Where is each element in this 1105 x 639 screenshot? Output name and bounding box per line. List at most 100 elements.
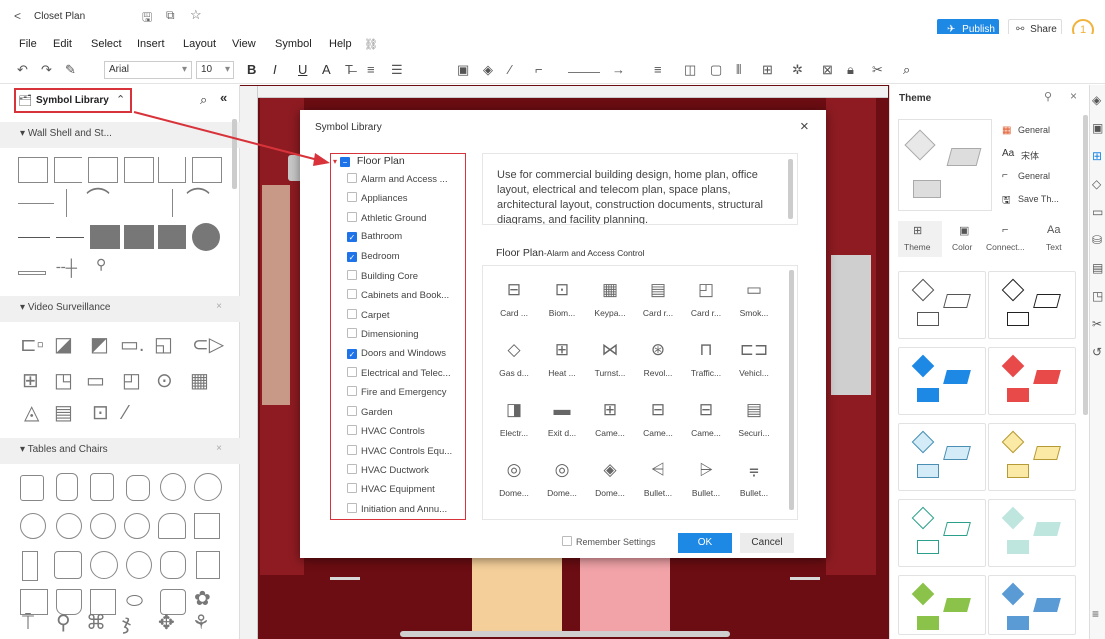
close-icon[interactable]: × xyxy=(216,301,222,312)
back-icon[interactable]: < xyxy=(14,9,21,23)
menu-insert[interactable]: Insert xyxy=(137,38,165,50)
symbol-item[interactable]: ⊟ Came... xyxy=(683,392,729,448)
cross-shape[interactable]: ╌┼ xyxy=(56,261,77,277)
symbol-library-toggle[interactable]: 🗂︎ Symbol Library ⌃ xyxy=(14,88,132,113)
tree-item[interactable]: HVAC Controls xyxy=(347,425,425,444)
chair-shape[interactable] xyxy=(56,513,82,539)
flower-table-shape[interactable]: ✿ xyxy=(194,589,211,609)
desk-shape[interactable]: ⚲ xyxy=(56,613,71,633)
door-arc-shape[interactable]: ⌒ xyxy=(86,189,110,213)
arrow-style-icon[interactable]: → xyxy=(612,62,625,77)
table-shape[interactable] xyxy=(126,551,152,579)
line-weight-icon[interactable]: ≡ xyxy=(654,62,662,77)
switch-shape[interactable]: ⊡ xyxy=(92,403,109,423)
door-arc-shape[interactable]: ⌒ xyxy=(186,189,210,213)
fill-icon[interactable]: ◈ xyxy=(483,62,493,78)
wall-shape[interactable] xyxy=(54,157,82,183)
theme-card[interactable] xyxy=(898,271,986,339)
description-scrollbar[interactable] xyxy=(788,159,793,219)
menu-symbol[interactable]: Symbol xyxy=(275,38,312,50)
menu-select[interactable]: Select xyxy=(91,38,122,50)
group-icon[interactable]: ▢ xyxy=(710,62,722,78)
wall-shape[interactable] xyxy=(88,157,118,183)
symbol-item[interactable]: ⊡ Biom... xyxy=(539,272,585,328)
theme-card[interactable] xyxy=(898,423,986,491)
format-painter-icon[interactable]: ✎ xyxy=(65,62,76,78)
wall-shape[interactable] xyxy=(18,157,48,183)
wall-line-shape[interactable] xyxy=(18,237,50,238)
tools-icon[interactable]: ✂ xyxy=(872,62,883,78)
symbol-item[interactable]: ⩤ Bullet... xyxy=(635,452,681,508)
checkbox-icon[interactable] xyxy=(347,444,357,455)
save-icon[interactable]: 🖫 xyxy=(142,8,152,29)
symbol-item[interactable]: ⊞ Came... xyxy=(587,392,633,448)
wall-line-shape[interactable] xyxy=(172,189,173,217)
theme-card[interactable] xyxy=(988,499,1076,567)
display-shape[interactable]: ▤ xyxy=(54,403,73,423)
zone-shape[interactable]: ◬ xyxy=(24,403,39,423)
tree-item[interactable]: HVAC Ductwork xyxy=(347,464,429,483)
checkbox-icon[interactable] xyxy=(347,483,357,494)
canvas-scrollbar[interactable] xyxy=(400,631,730,637)
section-wall-shell[interactable]: ▾ Wall Shell and St... xyxy=(0,122,240,148)
section-video-surveillance[interactable]: ▾ Video Surveillance × xyxy=(0,296,240,322)
section-tables-and-chairs[interactable]: ▾ Tables and Chairs × xyxy=(0,438,240,464)
menu-help[interactable]: Help xyxy=(329,38,352,50)
menu-view[interactable]: View xyxy=(232,38,256,50)
wall-line-shape[interactable] xyxy=(56,237,84,238)
line-style-icon[interactable] xyxy=(568,65,600,73)
camera-shape[interactable]: ⊏▫ xyxy=(20,335,44,355)
checkbox-icon[interactable] xyxy=(347,328,357,339)
chair-shape[interactable] xyxy=(158,513,186,539)
link-icon[interactable]: ⛓ xyxy=(364,38,378,51)
image-icon[interactable]: ▣ xyxy=(1092,121,1103,135)
symbol-item[interactable]: ⊞ Heat ... xyxy=(539,332,585,388)
theme-option-font[interactable]: 宋体 xyxy=(1021,149,1039,162)
tree-item[interactable]: ✓ Bathroom xyxy=(347,231,402,250)
tree-item[interactable]: HVAC Controls Equ... xyxy=(347,444,452,464)
checkbox-icon[interactable] xyxy=(347,173,357,183)
tree-item[interactable]: Carpet xyxy=(347,308,390,328)
column-shape[interactable] xyxy=(192,223,220,251)
chair-shape[interactable] xyxy=(56,473,78,501)
checkbox-icon[interactable] xyxy=(347,211,357,222)
tree-root-floor-plan[interactable]: ▾ − Floor Plan xyxy=(333,155,405,167)
font-family-select[interactable]: Arial ▾ xyxy=(104,61,192,79)
bold-icon[interactable]: B xyxy=(247,62,256,77)
left-scrollbar[interactable] xyxy=(232,119,237,189)
align-shapes-icon[interactable]: ⫴ xyxy=(736,62,741,78)
ok-button[interactable]: OK xyxy=(678,533,732,553)
theme-icon[interactable]: ⊞ xyxy=(1092,149,1102,163)
theme-card[interactable] xyxy=(898,499,986,567)
theme-option-connector[interactable]: General xyxy=(1018,171,1050,181)
save-theme-button[interactable]: Save Th... xyxy=(1018,194,1059,204)
checkbox-icon[interactable] xyxy=(347,502,357,513)
camera-shape[interactable]: ⊂▷ xyxy=(192,335,224,355)
arrange-icon[interactable]: ◫ xyxy=(684,62,696,78)
symbol-item[interactable]: ▤ Securi... xyxy=(731,392,777,448)
chair-shape[interactable] xyxy=(20,475,44,501)
star-icon[interactable]: ☆ xyxy=(190,7,202,23)
symbol-item[interactable]: ⊓ Traffic... xyxy=(683,332,729,388)
tab-color[interactable]: ▣ Color xyxy=(946,221,986,257)
wall-shape[interactable] xyxy=(124,157,154,183)
symbol-item[interactable]: ◎ Dome... xyxy=(491,452,537,508)
theme-card[interactable] xyxy=(988,271,1076,339)
checkbox-icon[interactable] xyxy=(347,386,357,397)
search-icon[interactable]: ⌕ xyxy=(903,62,910,78)
search-icon[interactable]: ⌕ xyxy=(200,92,207,108)
menu-icon[interactable]: ≡ xyxy=(1092,607,1099,621)
tree-item[interactable]: ✓ Doors and Windows xyxy=(347,348,446,367)
wall-line-shape[interactable] xyxy=(18,203,54,204)
dining-set-shape[interactable]: ✥ xyxy=(158,613,175,633)
table-shape[interactable] xyxy=(194,473,222,501)
symbol-item[interactable]: ◨ Electr... xyxy=(491,392,537,448)
wall-block-shape[interactable] xyxy=(124,225,154,249)
font-size-select[interactable]: 10 ▾ xyxy=(196,61,234,79)
presentation-icon[interactable]: ▤ xyxy=(1092,261,1103,275)
chair-shape[interactable] xyxy=(90,513,116,539)
table-shape[interactable] xyxy=(90,551,118,579)
font-color-icon[interactable]: A xyxy=(322,62,331,77)
wall-block-shape[interactable] xyxy=(90,225,120,249)
symbol-item[interactable]: ⊏⊐ Vehicl... xyxy=(731,332,777,388)
